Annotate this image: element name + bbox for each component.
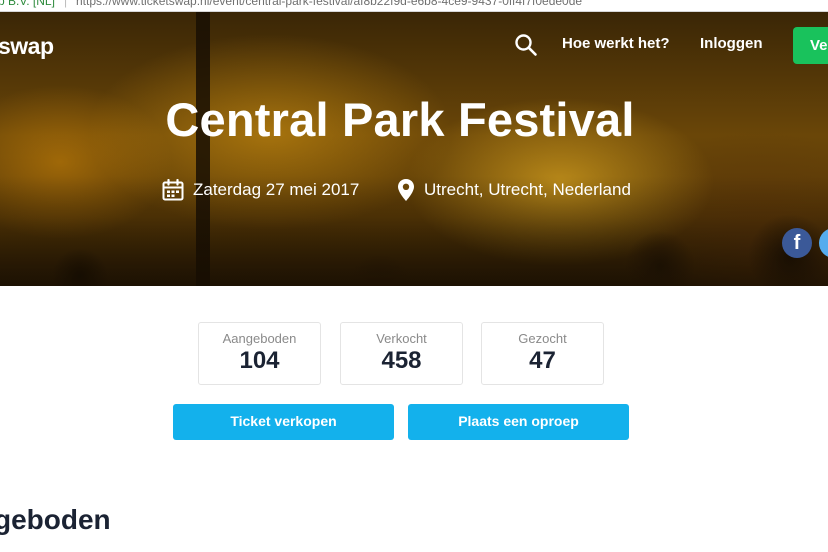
- stat-sold: Verkocht 458: [340, 322, 463, 385]
- facebook-icon: f: [793, 232, 801, 254]
- nav-how-it-works[interactable]: Hoe werkt het?: [562, 35, 670, 52]
- sell-header-button[interactable]: Ve: [793, 27, 828, 64]
- event-date-text: Zaterdag 27 mei 2017: [193, 180, 360, 199]
- nav-login[interactable]: Inloggen: [700, 35, 763, 52]
- event-location: Utrecht, Utrecht, Nederland: [397, 177, 631, 203]
- stat-wanted: Gezocht 47: [481, 322, 604, 385]
- search-icon[interactable]: [514, 33, 538, 57]
- stat-offered-value: 104: [239, 347, 280, 374]
- calendar-icon: [162, 179, 184, 201]
- sell-ticket-button[interactable]: Ticket verkopen: [173, 404, 394, 440]
- browser-address-bar[interactable]: p B.V. [NL] | https://www.ticketswap.nl/…: [0, 0, 828, 12]
- facebook-share-button[interactable]: f: [782, 228, 812, 258]
- offered-section-heading: geboden: [0, 504, 111, 535]
- event-title: Central Park Festival: [165, 93, 635, 146]
- stat-wanted-value: 47: [529, 347, 556, 374]
- event-location-text: Utrecht, Utrecht, Nederland: [424, 180, 631, 199]
- site-logo[interactable]: swap: [0, 33, 54, 60]
- stat-offered: Aangeboden 104: [198, 322, 321, 385]
- event-date: Zaterdag 27 mei 2017: [162, 177, 359, 203]
- stat-wanted-label: Gezocht: [518, 331, 567, 346]
- secure-site-label: p B.V. [NL]: [0, 0, 55, 8]
- place-request-button[interactable]: Plaats een oproep: [408, 404, 629, 440]
- map-pin-icon: [398, 179, 414, 201]
- address-url[interactable]: https://www.ticketswap.nl/event/central-…: [76, 0, 582, 8]
- event-hero-banner: swap Hoe werkt het? Inloggen Ve Central …: [0, 12, 828, 286]
- stat-offered-label: Aangeboden: [222, 331, 297, 346]
- stat-sold-value: 458: [381, 347, 422, 374]
- stat-sold-label: Verkocht: [376, 331, 427, 346]
- address-separator: |: [64, 0, 68, 8]
